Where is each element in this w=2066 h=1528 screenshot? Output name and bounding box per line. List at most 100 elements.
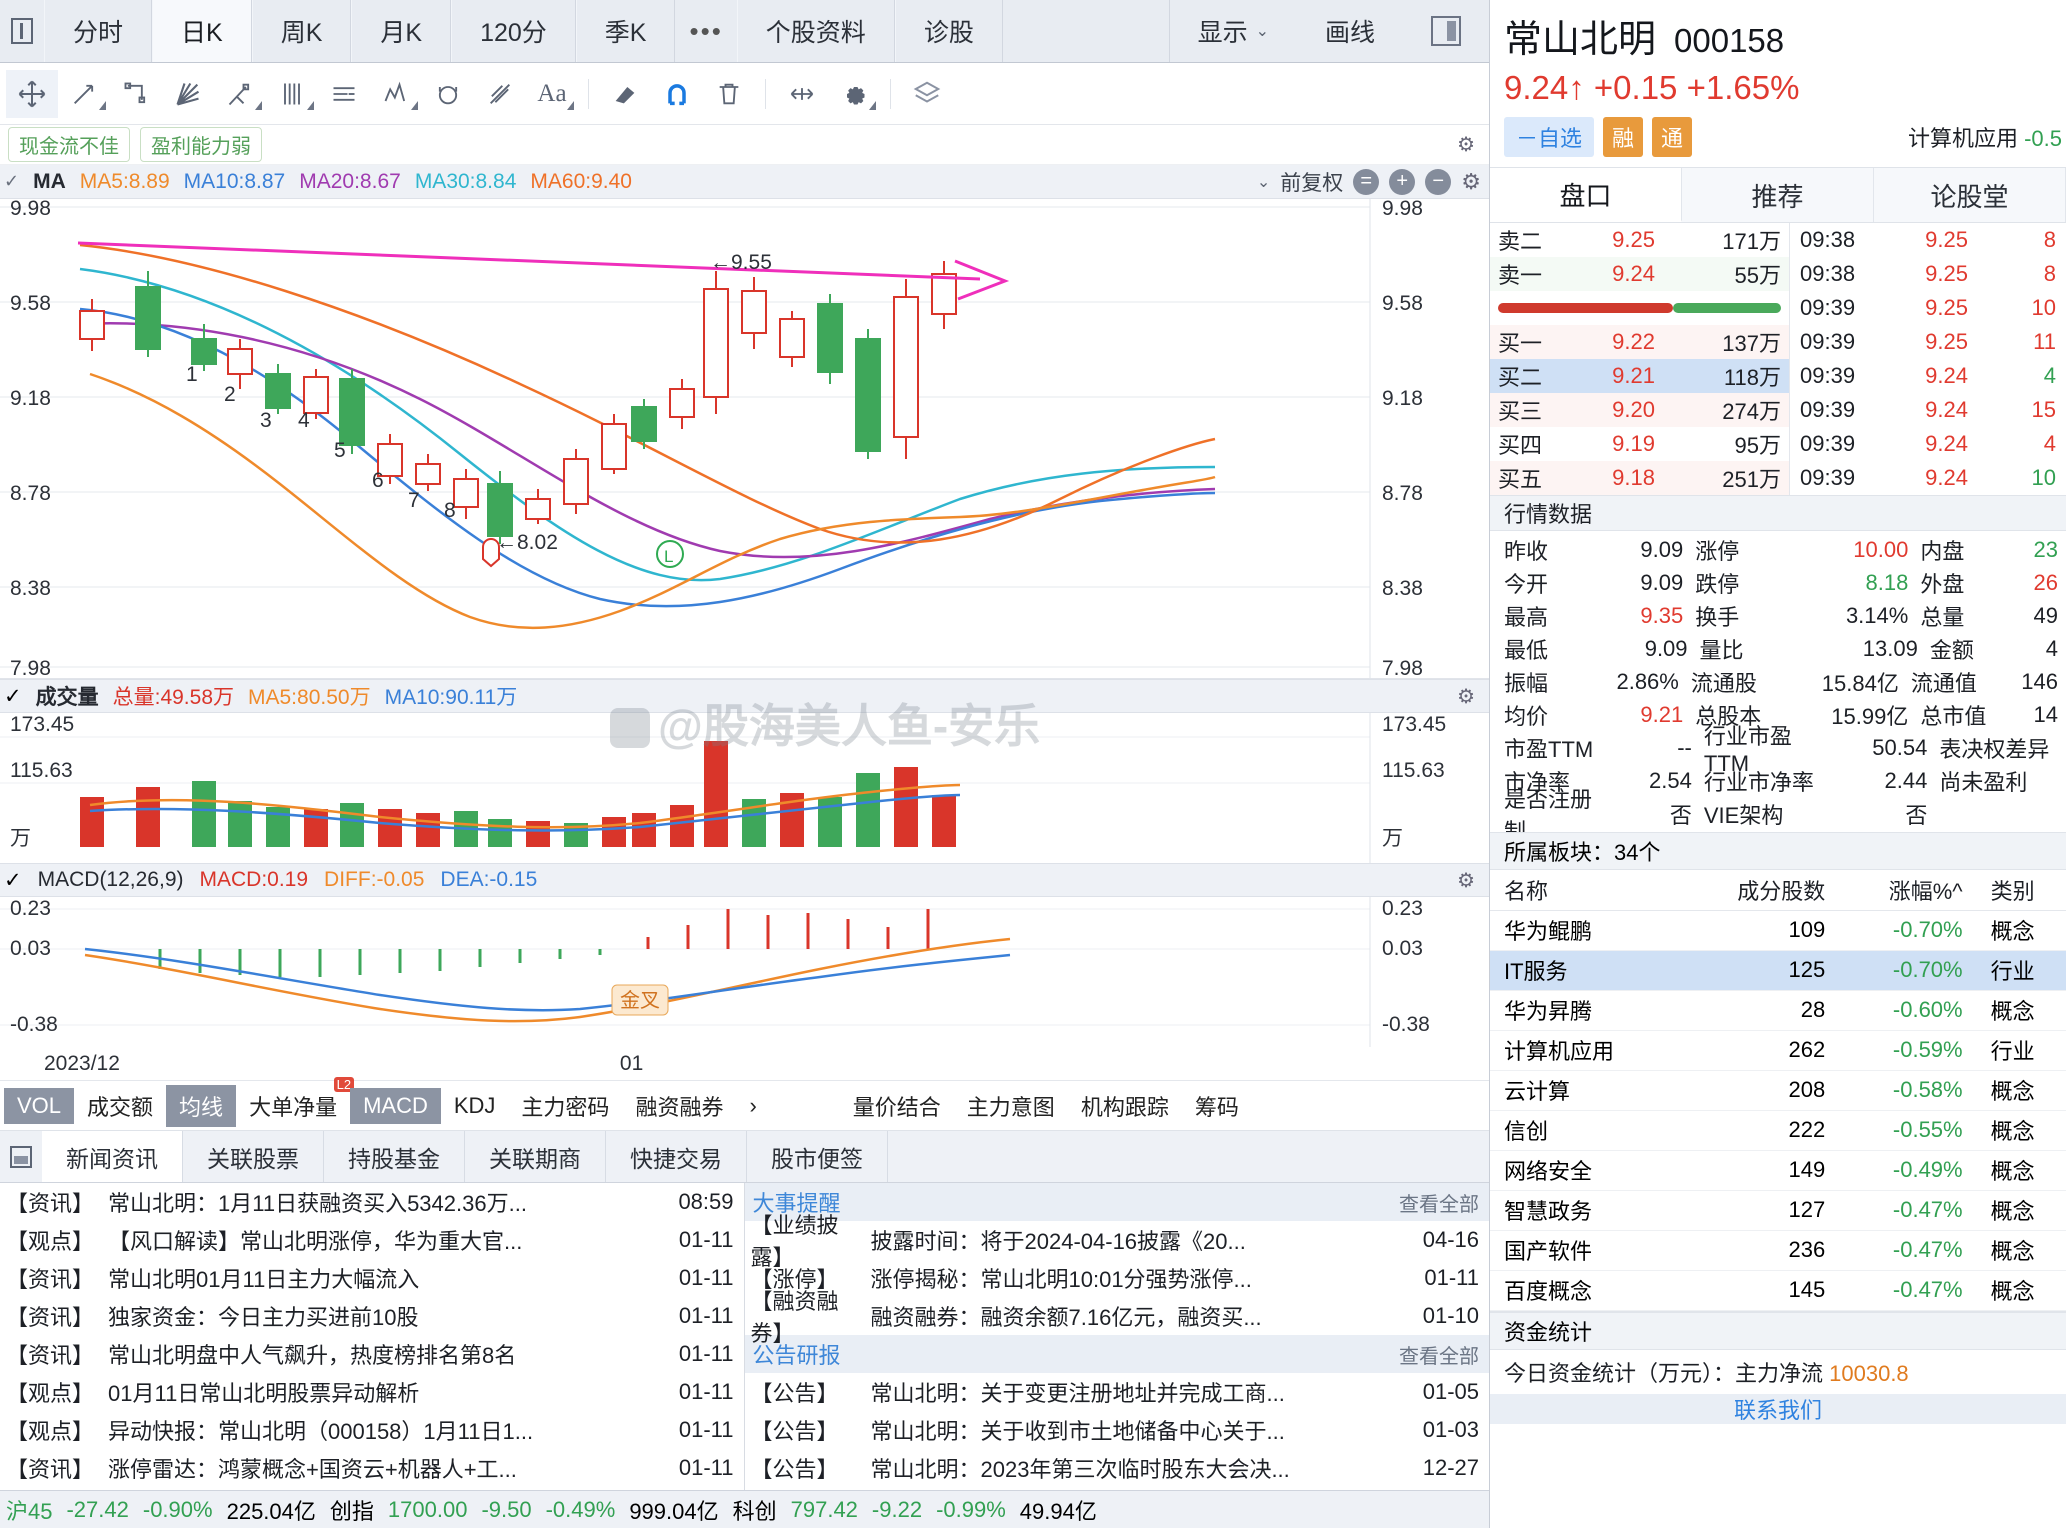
add-watchlist-button[interactable]: －自选 bbox=[1504, 117, 1595, 157]
news-item[interactable]: 【资讯】 常山北明01月11日主力大幅流入 01-11 bbox=[0, 1259, 744, 1297]
more-periods-button[interactable]: ••• bbox=[675, 0, 736, 62]
orderbook-row-sell1[interactable]: 卖一 9.24 55万 bbox=[1490, 257, 1789, 291]
tab-diagnose[interactable]: 诊股 bbox=[894, 0, 1003, 62]
ma-check-icon[interactable]: ✓ bbox=[4, 171, 19, 192]
volume-settings-icon[interactable]: ⚙ bbox=[1457, 684, 1475, 709]
angle-tool[interactable] bbox=[214, 70, 266, 118]
rtab-forum[interactable]: 论股堂 bbox=[1874, 168, 2066, 222]
orderbook-row-buy3[interactable]: 买三 9.20 274万 bbox=[1490, 393, 1789, 427]
news-tab-futures[interactable]: 关联期商 bbox=[465, 1131, 606, 1182]
magnet-tool[interactable] bbox=[651, 70, 703, 118]
table-row[interactable]: IT服务 125 -0.70% 行业 bbox=[1490, 950, 2066, 991]
col-count[interactable]: 成分股数 bbox=[1681, 870, 1842, 911]
news-tab-notes[interactable]: 股市便签 bbox=[747, 1131, 888, 1182]
news-item[interactable]: 【观点】 01月11日常山北明股票异动解析 01-11 bbox=[0, 1373, 744, 1411]
rectangle-tool[interactable] bbox=[110, 70, 162, 118]
view-all-link[interactable]: 查看全部 bbox=[1399, 1340, 1479, 1369]
zoom-out-button[interactable]: − bbox=[1425, 168, 1452, 195]
news-tab-related-stocks[interactable]: 关联股票 bbox=[183, 1131, 324, 1182]
trendline-tool[interactable] bbox=[58, 70, 110, 118]
table-row[interactable]: 云计算 208 -0.58% 概念 bbox=[1490, 1070, 2066, 1111]
candlestick-chart[interactable]: 9.98 9.58 9.18 8.78 8.38 7.98 9.98 9.58 … bbox=[0, 199, 1489, 679]
view-all-link[interactable]: 查看全部 bbox=[1399, 1188, 1479, 1217]
vertical-lines-tool[interactable] bbox=[266, 70, 318, 118]
col-name[interactable]: 名称 bbox=[1490, 870, 1682, 911]
drawline-button[interactable]: 画线 bbox=[1297, 0, 1403, 62]
news-item[interactable]: 【资讯】 独家资金：今日主力买进前10股 01-11 bbox=[0, 1297, 744, 1335]
layout-toggle-right[interactable] bbox=[1403, 0, 1489, 62]
layout-toggle-left[interactable] bbox=[0, 0, 44, 62]
text-note-tool[interactable] bbox=[318, 70, 370, 118]
tab-rik[interactable]: 日K bbox=[152, 0, 252, 62]
table-row[interactable]: 网络安全 149 -0.49% 概念 bbox=[1490, 1150, 2066, 1191]
event-item[interactable]: 【业绩披露】 披露时间：将于2024-04-16披露《20... 04-16 bbox=[745, 1213, 1490, 1270]
orderbook-row-buy5[interactable]: 买五 9.18 251万 bbox=[1490, 461, 1789, 495]
macd-settings-icon[interactable]: ⚙ bbox=[1457, 868, 1475, 893]
gann-tool[interactable] bbox=[474, 70, 526, 118]
tab-zhouk[interactable]: 周K bbox=[251, 0, 352, 62]
display-menu-button[interactable]: 显示 ⌄ bbox=[1170, 0, 1297, 62]
news-item[interactable]: 【资讯】 常山北明：1月11日获融资买入5342.36万... 08:59 bbox=[0, 1183, 744, 1221]
wave-tool[interactable] bbox=[370, 70, 422, 118]
indicator-institution[interactable]: 机构跟踪 bbox=[1068, 1085, 1182, 1127]
news-item[interactable]: 【资讯】 常山北明盘中人气飙升，热度榜排名第8名 01-11 bbox=[0, 1335, 744, 1373]
tab-stock-info[interactable]: 个股资料 bbox=[736, 0, 895, 62]
announcement-item[interactable]: 【公告】 常山北明：关于收到市土地储备中心关于... 01-03 bbox=[745, 1411, 1490, 1449]
cycle-tool[interactable] bbox=[422, 70, 474, 118]
news-item[interactable]: 【观点】 【风口解读】常山北明涨停，华为重大官... 01-11 bbox=[0, 1221, 744, 1259]
indicator-ma[interactable]: 均线 bbox=[166, 1084, 237, 1127]
vol-check-icon[interactable]: ✓ bbox=[4, 684, 22, 709]
zoom-equal-button[interactable]: = bbox=[1353, 168, 1380, 195]
indicator-volprice[interactable]: 量价结合 bbox=[840, 1085, 954, 1127]
news-tab-quicktrade[interactable]: 快捷交易 bbox=[606, 1131, 747, 1182]
measure-tool[interactable] bbox=[776, 70, 828, 118]
news-item[interactable]: 【观点】 异动快报：常山北明（000158）1月11日1... 01-11 bbox=[0, 1411, 744, 1449]
table-row[interactable]: 华为昇腾 28 -0.60% 概念 bbox=[1490, 990, 2066, 1031]
col-cat[interactable]: 类别 bbox=[1976, 870, 2066, 911]
rtab-recommend[interactable]: 推荐 bbox=[1682, 168, 1874, 222]
indicator-macd[interactable]: MACD bbox=[350, 1087, 441, 1124]
indicator-turnover[interactable]: 成交额 bbox=[74, 1085, 166, 1127]
text-tool[interactable]: Aa bbox=[526, 70, 578, 118]
indicator-mainforce[interactable]: 主力密码 bbox=[508, 1085, 622, 1127]
news-item[interactable]: 【资讯】 涨停雷达：鸿蒙概念+国资云+机器人+工... 01-11 bbox=[0, 1449, 744, 1487]
industry-info[interactable]: 计算机应用 -0.5 bbox=[1908, 121, 2062, 153]
col-pct[interactable]: 涨幅%^ bbox=[1841, 870, 1977, 911]
macd-chart[interactable]: 0.23 0.03 -0.38 0.23 0.03 -0.38 金叉 bbox=[0, 897, 1489, 1047]
fan-lines-tool[interactable] bbox=[162, 70, 214, 118]
orderbook-row-buy2[interactable]: 买二 9.21 118万 bbox=[1490, 359, 1789, 393]
table-row[interactable]: 华为鲲鹏 109 -0.70% 概念 bbox=[1490, 910, 2066, 951]
table-row[interactable]: 百度概念 145 -0.47% 概念 bbox=[1490, 1270, 2066, 1311]
chart-settings-icon[interactable]: ⚙ bbox=[1461, 169, 1481, 195]
news-tab-news[interactable]: 新闻资讯 bbox=[42, 1131, 183, 1182]
news-tab-funds[interactable]: 持股基金 bbox=[324, 1131, 465, 1182]
indicator-kdj[interactable]: KDJ bbox=[441, 1088, 509, 1124]
table-row[interactable]: 信创 222 -0.55% 概念 bbox=[1490, 1110, 2066, 1151]
event-item[interactable]: 【融资融券】 融资融券：融资余额7.16亿元，融资买... 01-10 bbox=[745, 1289, 1490, 1346]
indicator-chips[interactable]: 筹码 bbox=[1182, 1085, 1252, 1127]
tab-yuek[interactable]: 月K bbox=[351, 0, 452, 62]
macd-check-icon[interactable]: ✓ bbox=[4, 868, 22, 893]
layers-tool[interactable] bbox=[901, 70, 953, 118]
indicator-margin[interactable]: 融资融券 bbox=[622, 1085, 736, 1127]
tab-fenshi[interactable]: 分时 bbox=[44, 0, 153, 62]
zoom-in-button[interactable]: + bbox=[1389, 168, 1416, 195]
orderbook-row-sell2[interactable]: 卖二 9.25 171万 bbox=[1490, 223, 1789, 257]
settings-tool[interactable] bbox=[828, 70, 880, 118]
indicator-next-arrow[interactable]: › bbox=[736, 1088, 769, 1124]
tab-jik[interactable]: 季K bbox=[575, 0, 676, 62]
table-row[interactable]: 计算机应用 262 -0.59% 行业 bbox=[1490, 1030, 2066, 1071]
eraser-tool[interactable] bbox=[599, 70, 651, 118]
orderbook-row-buy4[interactable]: 买四 9.19 95万 bbox=[1490, 427, 1789, 461]
crosshair-tool[interactable] bbox=[6, 69, 58, 118]
announcement-item[interactable]: 【公告】 常山北明：2023年第三次临时股东大会决... 12-27 bbox=[745, 1449, 1490, 1487]
orderbook-row-buy1[interactable]: 买一 9.22 137万 bbox=[1490, 325, 1789, 359]
contact-link[interactable]: 联系我们 bbox=[1490, 1393, 2066, 1424]
news-layout-toggle[interactable] bbox=[0, 1131, 42, 1182]
table-row[interactable]: 智慧政务 127 -0.47% 概念 bbox=[1490, 1190, 2066, 1231]
announcement-item[interactable]: 【公告】 常山北明：关于变更注册地址并完成工商... 01-05 bbox=[745, 1373, 1490, 1411]
adjust-chevron-icon[interactable]: ⌄ bbox=[1257, 172, 1270, 192]
tab-120min[interactable]: 120分 bbox=[451, 0, 576, 62]
rtab-orderbook[interactable]: 盘口 bbox=[1490, 168, 1682, 222]
tags-settings-icon[interactable]: ⚙ bbox=[1457, 132, 1475, 157]
